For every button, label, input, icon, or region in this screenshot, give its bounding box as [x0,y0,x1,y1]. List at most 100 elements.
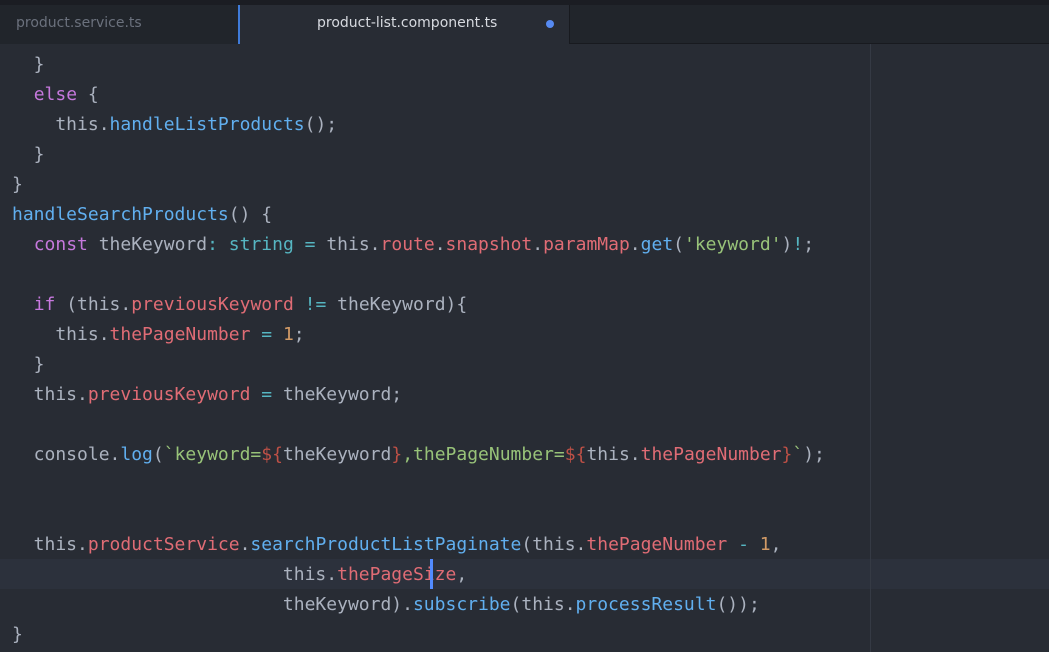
code-line[interactable]: } [12,620,825,650]
code-token: } [12,144,45,165]
code-content[interactable]: } else { this.handleListProducts(); }} ha… [12,50,825,650]
code-token: != [293,294,338,315]
code-token: ; [293,324,305,345]
code-token: (this. [510,594,576,615]
code-token: theKeyword). [12,594,413,615]
code-token: this. [12,324,110,345]
code-token: thePageNumber [640,444,782,465]
code-line[interactable]: } [12,140,825,170]
code-token: log [120,444,153,465]
code-token: ` [792,444,804,465]
code-token: thePageSize [337,564,457,585]
code-token: (this. [55,294,132,315]
tab-product-service[interactable]: product.service.ts [0,5,240,44]
code-token: get [640,234,674,255]
code-token: console. [12,444,121,465]
code-line[interactable]: this.thePageSize, [12,560,825,590]
tab-label: product-list.component.ts [317,15,498,31]
code-token: this. [12,384,88,405]
code-token: , [770,534,782,555]
code-token: if [33,294,56,315]
code-line[interactable]: this.handleListProducts(); [12,110,825,140]
code-token: this. [12,534,88,555]
code-line[interactable]: theKeyword).subscribe(this.processResult… [12,590,825,620]
code-line[interactable]: console.log(`keyword=${theKeyword},thePa… [12,440,825,470]
code-token: thePageNumber [109,324,251,345]
code-token: : [207,234,229,255]
wrap-guide [870,44,871,652]
code-token: this. [326,234,381,255]
code-token: processResult [575,594,717,615]
modified-indicator-icon[interactable] [546,20,554,28]
code-token: = [293,234,327,255]
tab-label: product.service.ts [16,15,142,31]
code-token: `keyword= [163,444,262,465]
code-line[interactable] [12,500,825,530]
code-token: ,thePageNumber= [402,444,565,465]
code-token: , [456,564,468,585]
code-token: = [250,384,283,405]
code-token: . [239,534,251,555]
code-line[interactable]: } [12,170,825,200]
code-line[interactable] [12,260,825,290]
code-line[interactable]: else { [12,80,825,110]
code-token: ( [673,234,684,255]
code-token: { [77,84,99,105]
code-token: theKeyword [282,444,392,465]
tab-product-list-component[interactable]: product-list.component.ts [240,5,570,45]
code-token: - [727,534,760,555]
code-line[interactable]: } [12,350,825,380]
code-token: ${ [564,444,587,465]
code-line[interactable] [12,410,825,440]
code-token: ( [152,444,164,465]
text-cursor [430,559,433,589]
code-token: route [380,234,435,255]
code-token: previousKeyword [131,294,294,315]
code-token: subscribe [412,594,511,615]
code-token: ()); [716,594,760,615]
code-token: else [33,84,78,105]
code-line[interactable] [12,470,825,500]
code-token: (); [304,114,338,135]
code-token: previousKeyword [87,384,251,405]
code-line[interactable]: this.previousKeyword = theKeyword; [12,380,825,410]
code-token: handleListProducts [109,114,305,135]
code-token: theKeyword [87,234,208,255]
code-line[interactable]: handleSearchProducts() { [12,200,825,230]
code-token: searchProductListPaginate [250,534,522,555]
code-line[interactable]: if (this.previousKeyword != theKeyword){ [12,290,825,320]
code-token: productService [87,534,240,555]
code-token: snapshot [445,234,533,255]
code-token: ; [803,234,815,255]
code-token: this. [586,444,641,465]
code-token: . [532,234,544,255]
code-token: this. [12,564,338,585]
code-token: 1 [759,534,771,555]
code-token: } [12,624,23,645]
code-line[interactable]: const theKeyword: string = this.route.sn… [12,230,825,260]
code-token: thePageNumber [586,534,728,555]
code-token: ! [792,234,804,255]
code-token: string [228,234,294,255]
code-token: ${ [261,444,283,465]
code-editor[interactable]: } else { this.handleListProducts(); }} ha… [0,44,1049,652]
code-token: } [12,354,45,375]
code-token: . [629,234,641,255]
code-token: } [12,174,23,195]
code-line[interactable]: this.productService.searchProductListPag… [12,530,825,560]
code-line[interactable]: this.thePageNumber = 1; [12,320,825,350]
code-token: } [391,444,403,465]
code-token: ); [803,444,825,465]
tab-bar: product.service.ts product-list.componen… [0,0,1049,45]
code-token: this. [12,114,110,135]
code-token: 1 [282,324,294,345]
code-line[interactable]: } [12,50,825,80]
code-token: const [33,234,88,255]
code-token: paramMap [543,234,630,255]
code-token: 'keyword' [684,234,782,255]
code-token: () { [228,204,273,225]
code-token: ) [781,234,793,255]
